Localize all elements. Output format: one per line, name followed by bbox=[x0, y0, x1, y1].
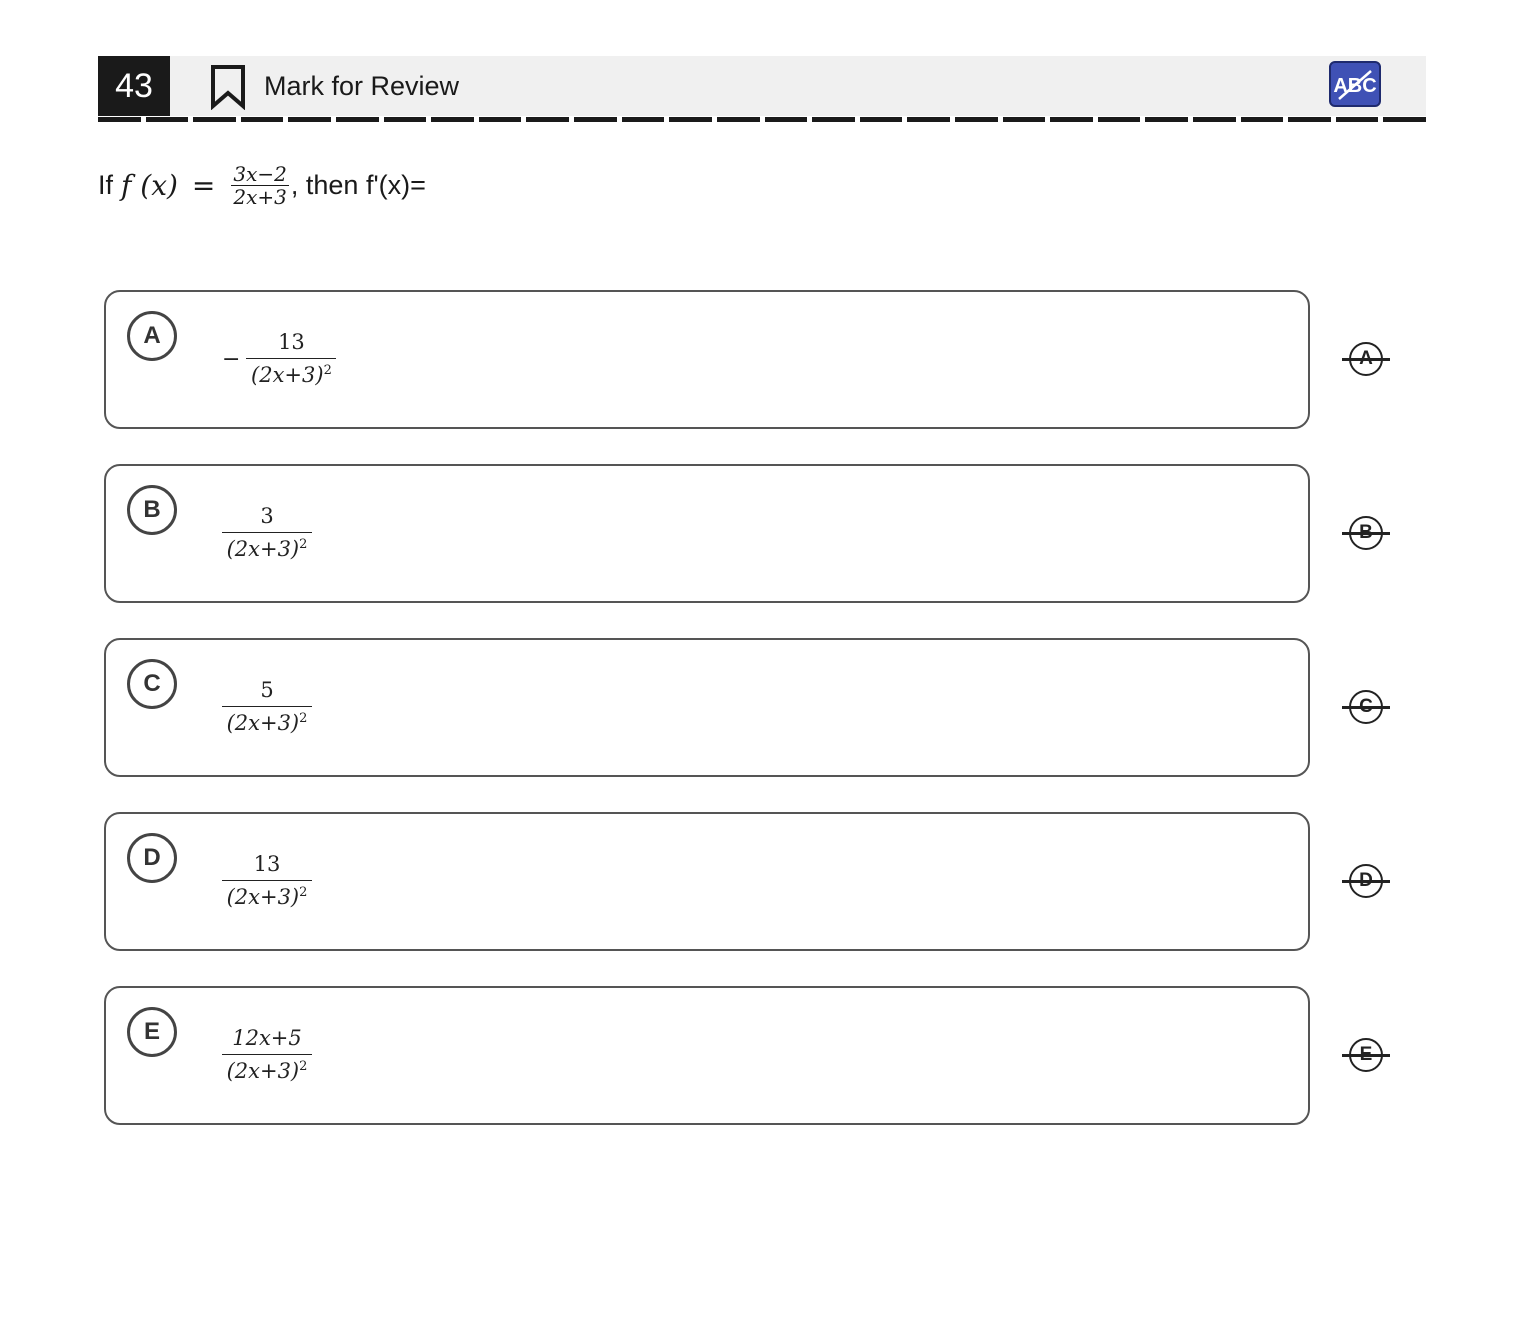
question-prefix: If bbox=[98, 169, 114, 200]
progress-dash bbox=[669, 117, 712, 122]
progress-dash bbox=[193, 117, 236, 122]
progress-dash bbox=[288, 117, 332, 122]
choice-b[interactable]: B 3 (2x+3)2 bbox=[104, 464, 1310, 603]
denominator-base: (2x+3) bbox=[251, 363, 324, 387]
answer-eliminator-toggle[interactable]: ABC bbox=[1329, 61, 1381, 107]
choice-answer: − 13 (2x+3)2 bbox=[222, 330, 337, 386]
strikethrough-icon bbox=[1342, 532, 1390, 535]
choice-answer: 5 (2x+3)2 bbox=[222, 678, 312, 734]
choice-letter-badge: E bbox=[127, 1007, 177, 1057]
eliminate-choice-d[interactable]: D bbox=[1338, 861, 1394, 901]
choice-a[interactable]: A − 13 (2x+3)2 bbox=[104, 290, 1310, 429]
progress-dash bbox=[859, 117, 903, 122]
progress-dash bbox=[383, 117, 427, 122]
choice-letter-badge: B bbox=[127, 485, 177, 535]
answer-numerator: 12x+5 bbox=[222, 1026, 312, 1055]
answer-denominator: (2x+3)2 bbox=[223, 533, 312, 560]
choice-d[interactable]: D 13 (2x+3)2 bbox=[104, 812, 1310, 951]
answer-fraction: 5 (2x+3)2 bbox=[222, 678, 312, 734]
eliminate-choice-e[interactable]: E bbox=[1338, 1035, 1394, 1075]
progress-dash bbox=[764, 117, 808, 122]
answer-fraction: 13 (2x+3)2 bbox=[222, 852, 312, 908]
progress-dashes bbox=[98, 117, 1427, 123]
choice-e[interactable]: E 12x+5 (2x+3)2 bbox=[104, 986, 1310, 1125]
answer-denominator: (2x+3)2 bbox=[247, 359, 336, 386]
progress-dash bbox=[478, 117, 522, 122]
strikethrough-icon bbox=[1342, 1054, 1390, 1057]
eliminate-choice-a[interactable]: A bbox=[1338, 339, 1394, 379]
eliminate-choice-b[interactable]: B bbox=[1338, 513, 1394, 553]
eliminate-choice-c[interactable]: C bbox=[1338, 687, 1394, 727]
progress-dash bbox=[1193, 117, 1236, 122]
progress-dash bbox=[431, 117, 474, 122]
denominator-exponent: 2 bbox=[299, 711, 308, 726]
progress-dash bbox=[1145, 117, 1189, 122]
progress-dash bbox=[1288, 117, 1331, 122]
progress-dash bbox=[621, 117, 665, 122]
denominator-exponent: 2 bbox=[299, 885, 308, 900]
choice-letter-badge: C bbox=[127, 659, 177, 709]
progress-dash bbox=[1240, 117, 1284, 122]
progress-dash bbox=[1335, 117, 1379, 122]
answer-numerator: 13 bbox=[246, 330, 337, 359]
question-text: If f (x) = 3x−2 2x+3 , then f'(x)= bbox=[98, 160, 426, 210]
question-denominator: 2x+3 bbox=[233, 184, 287, 209]
function-lhs: f (x) bbox=[121, 168, 178, 202]
choice-answer: 12x+5 (2x+3)2 bbox=[222, 1026, 312, 1082]
choice-letter-badge: A bbox=[127, 311, 177, 361]
choice-letter-badge: D bbox=[127, 833, 177, 883]
progress-dash bbox=[1002, 117, 1046, 122]
bookmark-icon[interactable] bbox=[210, 64, 246, 111]
question-fraction: 3x−2 2x+3 bbox=[231, 164, 289, 207]
progress-dash bbox=[240, 117, 284, 122]
answer-denominator: (2x+3)2 bbox=[223, 881, 312, 908]
strikethrough-icon bbox=[1342, 358, 1390, 361]
progress-dash bbox=[1097, 117, 1141, 122]
progress-dash bbox=[98, 117, 141, 122]
question-suffix: , then f'(x)= bbox=[290, 169, 426, 200]
denominator-base: (2x+3) bbox=[226, 537, 300, 561]
progress-dash bbox=[907, 117, 950, 122]
denominator-exponent: 2 bbox=[299, 1059, 308, 1074]
denominator-exponent: 2 bbox=[299, 537, 308, 552]
abc-strikethrough-icon: ABC bbox=[1333, 70, 1377, 100]
question-numerator: 3x−2 bbox=[231, 161, 289, 186]
mark-for-review-button[interactable]: Mark for Review bbox=[264, 56, 459, 116]
strikethrough-icon bbox=[1342, 706, 1390, 709]
answer-denominator: (2x+3)2 bbox=[223, 1055, 312, 1082]
answer-numerator: 3 bbox=[222, 504, 312, 533]
answer-denominator: (2x+3)2 bbox=[223, 707, 312, 734]
choice-c[interactable]: C 5 (2x+3)2 bbox=[104, 638, 1310, 777]
answer-fraction: 3 (2x+3)2 bbox=[222, 504, 312, 560]
choice-answer: 13 (2x+3)2 bbox=[222, 852, 312, 908]
answer-numerator: 13 bbox=[222, 852, 312, 881]
choice-answer: 3 (2x+3)2 bbox=[222, 504, 312, 560]
question-number: 43 bbox=[98, 56, 170, 116]
progress-dash bbox=[716, 117, 760, 122]
progress-dash bbox=[336, 117, 379, 122]
strikethrough-icon bbox=[1342, 880, 1390, 883]
progress-dash bbox=[574, 117, 617, 122]
negative-sign: − bbox=[222, 346, 241, 372]
progress-dash bbox=[954, 117, 998, 122]
progress-dash bbox=[812, 117, 855, 122]
progress-dash bbox=[1050, 117, 1093, 122]
answer-numerator: 5 bbox=[222, 678, 312, 707]
answer-fraction: 13 (2x+3)2 bbox=[246, 330, 337, 386]
progress-dash bbox=[145, 117, 189, 122]
answer-fraction: 12x+5 (2x+3)2 bbox=[222, 1026, 312, 1082]
progress-dash bbox=[526, 117, 570, 122]
equals-sign: = bbox=[191, 168, 216, 202]
denominator-exponent: 2 bbox=[323, 363, 332, 378]
question-header: 43 Mark for Review ABC bbox=[98, 56, 1426, 116]
denominator-base: (2x+3) bbox=[226, 711, 300, 735]
denominator-base: (2x+3) bbox=[226, 885, 300, 909]
denominator-base: (2x+3) bbox=[226, 1059, 300, 1083]
progress-dash bbox=[1383, 117, 1427, 122]
